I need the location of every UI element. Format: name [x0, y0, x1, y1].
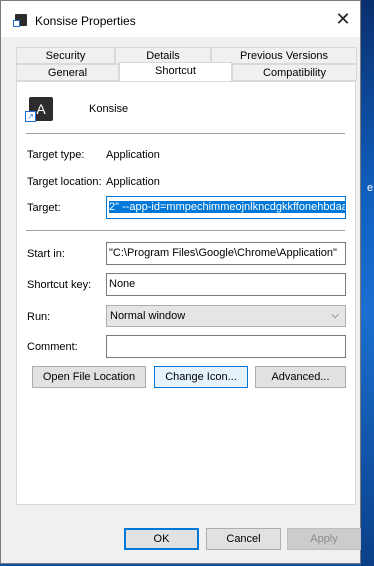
run-select-value: Normal window	[110, 310, 186, 322]
separator	[26, 133, 345, 134]
app-name: Konsise	[89, 103, 129, 115]
start-in-label: Start in:	[27, 248, 65, 260]
shortcut-arrow-icon: ↗	[25, 111, 36, 122]
open-file-location-button[interactable]: Open File Location	[32, 366, 146, 388]
window-title: Konsise Properties	[35, 14, 136, 28]
shortcut-app-icon	[13, 14, 27, 27]
shortcut-key-input[interactable]: None	[106, 273, 346, 296]
run-select[interactable]: Normal window ⌵	[106, 305, 346, 327]
target-location-label: Target location:	[27, 176, 102, 188]
target-label: Target:	[27, 202, 61, 214]
tab-security[interactable]: Security	[16, 47, 115, 64]
target-input[interactable]: 2" --app-id=mmpechimmeojnlkncdgkkffonehb…	[106, 196, 346, 219]
desktop-background	[361, 0, 374, 566]
tab-general[interactable]: General	[16, 64, 119, 81]
advanced-button[interactable]: Advanced...	[255, 366, 346, 388]
target-type-value: Application	[106, 149, 160, 161]
title-bar[interactable]: Konsise Properties ✕	[1, 1, 360, 37]
change-icon-button[interactable]: Change Icon...	[154, 366, 248, 388]
desktop-glyph: e	[367, 182, 374, 194]
target-input-selection: 2" --app-id=mmpechimmeojnlkncdgkkffonehb…	[109, 201, 345, 213]
tab-compatibility[interactable]: Compatibility	[232, 64, 357, 81]
close-icon[interactable]: ✕	[328, 5, 358, 33]
shortcut-key-label: Shortcut key:	[27, 279, 92, 291]
run-label: Run:	[27, 311, 51, 323]
target-location-value: Application	[106, 176, 160, 188]
target-type-label: Target type:	[27, 149, 85, 161]
chevron-down-icon: ⌵	[331, 310, 339, 321]
tab-shortcut[interactable]: Shortcut	[119, 62, 232, 81]
tab-previous-versions[interactable]: Previous Versions	[211, 47, 357, 64]
app-icon: A ↗	[25, 97, 53, 122]
ok-button[interactable]: OK	[124, 528, 199, 550]
separator	[26, 230, 345, 231]
comment-label: Comment:	[27, 341, 78, 353]
comment-input[interactable]	[106, 335, 346, 358]
start-in-input[interactable]: "C:\Program Files\Google\Chrome\Applicat…	[106, 242, 346, 265]
cancel-button[interactable]: Cancel	[206, 528, 281, 550]
apply-button[interactable]: Apply	[287, 528, 361, 550]
